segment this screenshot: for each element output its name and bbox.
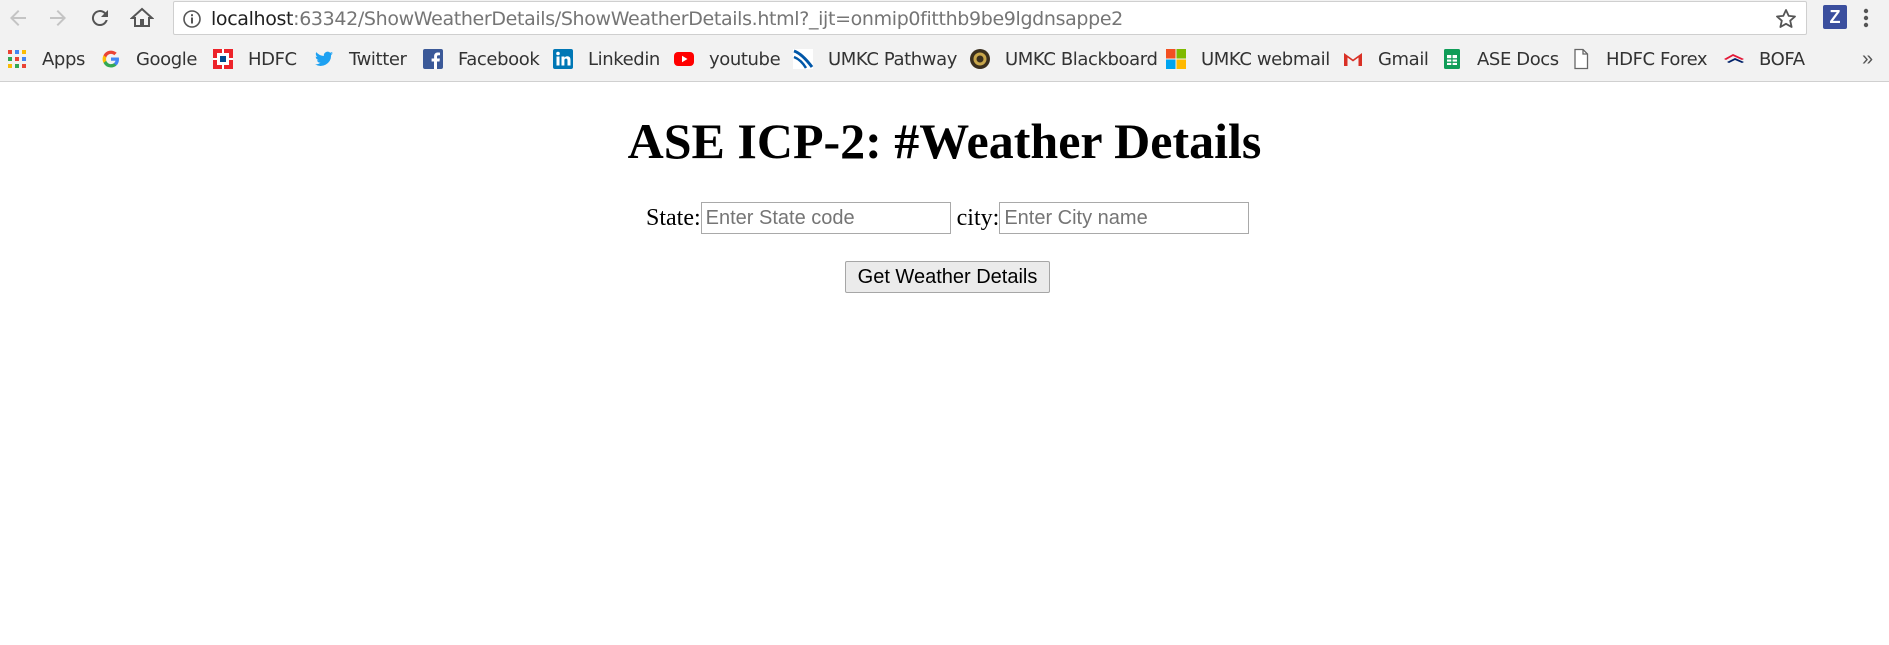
state-label: State: (646, 204, 701, 231)
bookmark-label: UMKC webmail (1201, 48, 1330, 70)
bookmark-label: HDFC Forex (1606, 48, 1708, 70)
bookmark-bofa[interactable]: BOFA (1723, 36, 1805, 82)
browser-toolbar: localhost:63342/ShowWeatherDetails/ShowW… (0, 0, 1889, 36)
umkc-seal-icon (969, 48, 991, 70)
back-icon[interactable] (4, 4, 32, 32)
bookmark-umkc-webmail[interactable]: UMKC webmail (1165, 36, 1330, 82)
city-label: city: (956, 204, 1000, 231)
reload-icon[interactable] (86, 4, 114, 32)
bofa-icon (1723, 48, 1745, 70)
page-title: ASE ICP-2: #Weather Details (627, 113, 1262, 169)
bookmark-umkc-pathway[interactable]: UMKC Pathway (792, 36, 957, 82)
twitter-icon (313, 48, 335, 70)
bookmark-linkedin[interactable]: Linkedin (552, 36, 660, 82)
bookmark-google[interactable]: Google (100, 36, 197, 82)
bookmark-ase-docs[interactable]: ASE Docs (1441, 36, 1559, 82)
bookmark-label: Linkedin (588, 48, 660, 70)
umkc-pathway-icon (792, 48, 814, 70)
apps-grid-icon (6, 48, 28, 70)
bookmark-label: UMKC Pathway (828, 48, 957, 70)
get-weather-details-button[interactable]: Get Weather Details (845, 261, 1050, 293)
sheets-icon (1441, 48, 1463, 70)
home-icon[interactable] (128, 4, 156, 32)
bookmark-twitter[interactable]: Twitter (313, 36, 407, 82)
url-text[interactable]: localhost:63342/ShowWeatherDetails/ShowW… (211, 8, 1123, 30)
state-input[interactable] (700, 202, 951, 234)
bookmarks-overflow-icon[interactable]: » (1862, 48, 1873, 71)
url-host: localhost (211, 8, 294, 30)
facebook-icon (422, 48, 444, 70)
bookmark-label: Google (136, 48, 198, 70)
bookmark-facebook[interactable]: Facebook (422, 36, 540, 82)
bookmark-label: Facebook (458, 48, 540, 70)
microsoft-icon (1165, 48, 1187, 70)
hdfc-icon (212, 48, 234, 70)
bookmark-youtube[interactable]: youtube (673, 36, 781, 82)
bookmark-label: UMKC Blackboard (1005, 48, 1158, 70)
bookmarks-bar: Apps Google HDFC Twitter Facebook Linked… (0, 36, 1889, 82)
bookmark-label: ASE Docs (1477, 48, 1559, 70)
document-icon (1570, 48, 1592, 70)
bookmark-label: youtube (709, 48, 781, 70)
bookmark-gmail[interactable]: Gmail (1342, 36, 1429, 82)
google-icon (100, 48, 122, 70)
bookmark-label: Twitter (349, 48, 407, 70)
info-icon[interactable] (182, 9, 202, 29)
bookmark-label: Gmail (1378, 48, 1429, 70)
city-input[interactable] (999, 202, 1250, 234)
youtube-icon (673, 48, 695, 70)
bookmark-umkc-blackboard[interactable]: UMKC Blackboard (969, 36, 1158, 82)
linkedin-icon (552, 48, 574, 70)
gmail-icon (1342, 48, 1364, 70)
forward-icon[interactable] (44, 4, 72, 32)
extension-z-icon[interactable]: Z (1823, 5, 1847, 29)
bookmark-hdfc-forex[interactable]: HDFC Forex (1570, 36, 1708, 82)
browser-menu-icon[interactable] (1860, 6, 1872, 30)
address-bar[interactable]: localhost:63342/ShowWeatherDetails/ShowW… (173, 1, 1807, 35)
weather-form: State: city: (646, 201, 1250, 235)
url-path: :63342/ShowWeatherDetails/ShowWeatherDet… (293, 8, 1123, 30)
bookmark-label: HDFC (248, 48, 297, 70)
bookmark-hdfc[interactable]: HDFC (212, 36, 297, 82)
bookmark-star-icon[interactable] (1774, 7, 1798, 31)
bookmark-label: Apps (42, 48, 85, 70)
bookmark-label: BOFA (1759, 48, 1805, 70)
bookmark-apps[interactable]: Apps (6, 36, 85, 82)
